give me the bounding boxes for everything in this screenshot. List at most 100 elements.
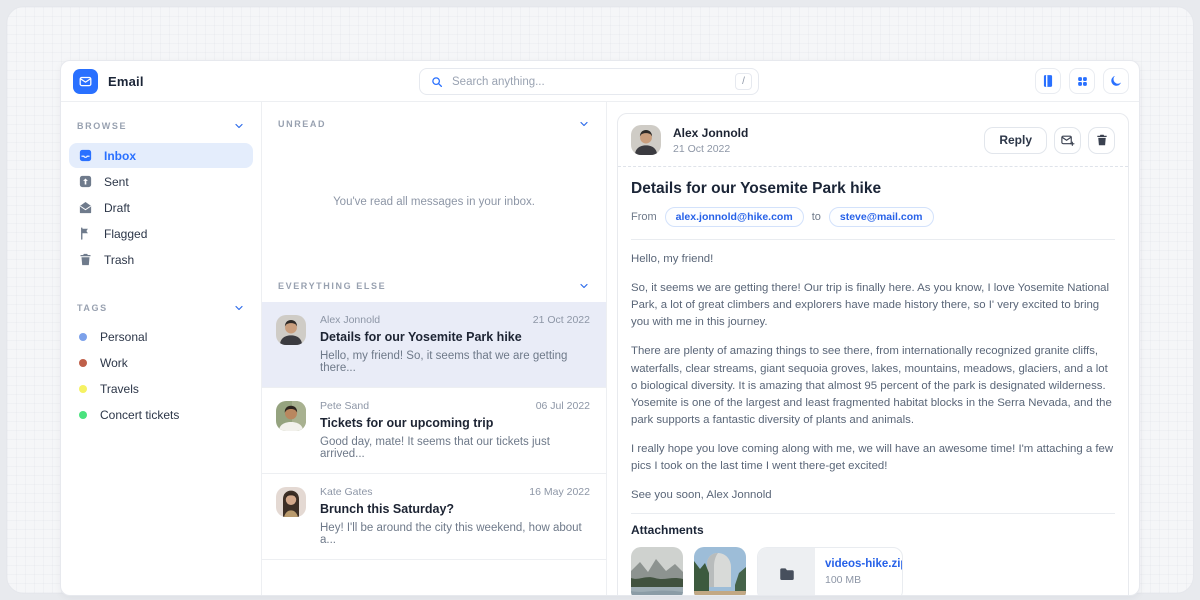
email-preview: Good day, mate! It seems that our ticket… (320, 436, 590, 460)
attachments-label: Attachments (631, 523, 1115, 537)
search-input[interactable]: Search anything... / (419, 68, 759, 95)
sidebar-item-sent[interactable]: Sent (69, 169, 253, 194)
to-label: to (812, 211, 821, 223)
email-subject: Brunch this Saturday? (320, 502, 590, 516)
top-bar: Email Search anything... / (61, 61, 1139, 102)
browse-label: BROWSE (77, 121, 127, 131)
divider (618, 166, 1128, 167)
envelope-plus-icon (1060, 133, 1075, 148)
tag-color-dot (79, 333, 87, 341)
app-title: Email (108, 74, 144, 89)
app-logo (73, 69, 98, 94)
chevron-down-icon[interactable] (578, 280, 590, 292)
email-body: Hello, my friend! So, it seems we are ge… (631, 251, 1115, 504)
email-app-window: Email Search anything... / (60, 60, 1140, 596)
body-paragraph: There are plenty of amazing things to se… (631, 343, 1115, 429)
tag-color-dot (79, 359, 87, 367)
tag-label: Personal (100, 330, 147, 344)
sidebar-item-label: Trash (104, 253, 134, 267)
reader-header: Alex Jonnold 21 Oct 2022 Reply (631, 125, 1115, 155)
draft-icon (78, 200, 93, 215)
body-paragraph: See you soon, Alex Jonnold (631, 487, 1115, 504)
unread-section-header: UNREAD (262, 102, 606, 138)
search-placeholder: Search anything... (452, 76, 727, 88)
photo-attachment-thumbnail[interactable] (631, 547, 683, 596)
file-name: videos-hike.zip (825, 558, 903, 570)
chevron-down-icon[interactable] (233, 120, 245, 132)
file-meta: videos-hike.zip 100 MB (815, 548, 903, 596)
avatar (631, 125, 661, 155)
sidebar-item-flagged[interactable]: Flagged (69, 221, 253, 246)
tags-label: TAGS (77, 303, 108, 313)
sidebar-item-label: Draft (104, 201, 130, 215)
reading-list-button[interactable] (1035, 68, 1061, 94)
sent-icon (78, 174, 93, 189)
to-email-chip[interactable]: steve@mail.com (829, 207, 934, 227)
folder-icon (778, 565, 796, 583)
email-date: 06 Jul 2022 (536, 400, 590, 412)
reader-sender-block: Alex Jonnold 21 Oct 2022 (673, 126, 748, 155)
attachments-row: videos-hike.zip 100 MB (631, 547, 1115, 596)
tag-item-travels[interactable]: Travels (69, 376, 253, 402)
tag-color-dot (79, 411, 87, 419)
search-shortcut-key: / (735, 73, 752, 90)
email-list-item[interactable]: Alex Jonnold 21 Oct 2022 Details for our… (262, 302, 606, 388)
divider (631, 239, 1115, 240)
body-paragraph: So, it seems we are getting there! Our t… (631, 280, 1115, 331)
unread-label: UNREAD (278, 119, 326, 129)
tags-section-header: TAGS (69, 294, 253, 324)
sidebar-item-label: Sent (104, 175, 129, 189)
file-attachment-card[interactable]: videos-hike.zip 100 MB (757, 547, 903, 596)
tag-label: Concert tickets (100, 408, 179, 422)
reader-subject: Details for our Yosemite Park hike (631, 180, 1115, 198)
email-sender: Alex Jonnold (320, 314, 380, 326)
flag-icon (78, 226, 93, 241)
apps-grid-button[interactable] (1069, 68, 1095, 94)
from-email-chip[interactable]: alex.jonnold@hike.com (665, 207, 804, 227)
file-size: 100 MB (825, 574, 903, 586)
chevron-down-icon[interactable] (233, 302, 245, 314)
reading-pane: Alex Jonnold 21 Oct 2022 Reply (607, 102, 1139, 595)
email-date: 16 May 2022 (529, 486, 590, 498)
file-icon-box (758, 548, 815, 596)
everything-else-section-header: EVERYTHING ELSE (262, 268, 606, 302)
avatar (276, 487, 306, 517)
forward-email-button[interactable] (1054, 127, 1081, 154)
email-list-item[interactable]: Pete Sand 06 Jul 2022 Tickets for our up… (262, 388, 606, 474)
tag-label: Travels (100, 382, 139, 396)
email-subject: Tickets for our upcoming trip (320, 416, 590, 430)
body-paragraph: I really hope you love coming along with… (631, 441, 1115, 475)
reader-date: 21 Oct 2022 (673, 143, 748, 155)
sidebar-item-draft[interactable]: Draft (69, 195, 253, 220)
tag-color-dot (79, 385, 87, 393)
delete-email-button[interactable] (1088, 127, 1115, 154)
envelope-icon (78, 74, 93, 89)
sidebar-item-trash[interactable]: Trash (69, 247, 253, 272)
tag-item-personal[interactable]: Personal (69, 324, 253, 350)
top-actions (1035, 68, 1129, 94)
sidebar-item-label: Inbox (104, 149, 136, 163)
email-subject: Details for our Yosemite Park hike (320, 330, 590, 344)
email-sender: Kate Gates (320, 486, 373, 498)
reader-actions: Reply (984, 127, 1115, 154)
divider (631, 513, 1115, 514)
chevron-down-icon[interactable] (578, 118, 590, 130)
reply-button[interactable]: Reply (984, 127, 1047, 154)
email-date: 21 Oct 2022 (533, 314, 590, 326)
reader-sender-name: Alex Jonnold (673, 126, 748, 140)
from-to-row: From alex.jonnold@hike.com to steve@mail… (631, 207, 1115, 227)
email-list-item[interactable]: Kate Gates 16 May 2022 Brunch this Satur… (262, 474, 606, 560)
sidebar: BROWSE Inbox Sent (61, 102, 262, 595)
body-paragraph: Hello, my friend! (631, 251, 1115, 268)
avatar (276, 315, 306, 345)
email-preview: Hey! I'll be around the city this weeken… (320, 522, 590, 546)
moon-icon (1109, 74, 1123, 88)
tag-item-work[interactable]: Work (69, 350, 253, 376)
tag-item-concert-tickets[interactable]: Concert tickets (69, 402, 253, 428)
tag-label: Work (100, 356, 128, 370)
dark-mode-button[interactable] (1103, 68, 1129, 94)
sidebar-item-inbox[interactable]: Inbox (69, 143, 253, 168)
search-icon (430, 75, 444, 89)
browse-section-header: BROWSE (69, 112, 253, 142)
photo-attachment-thumbnail[interactable] (694, 547, 746, 596)
